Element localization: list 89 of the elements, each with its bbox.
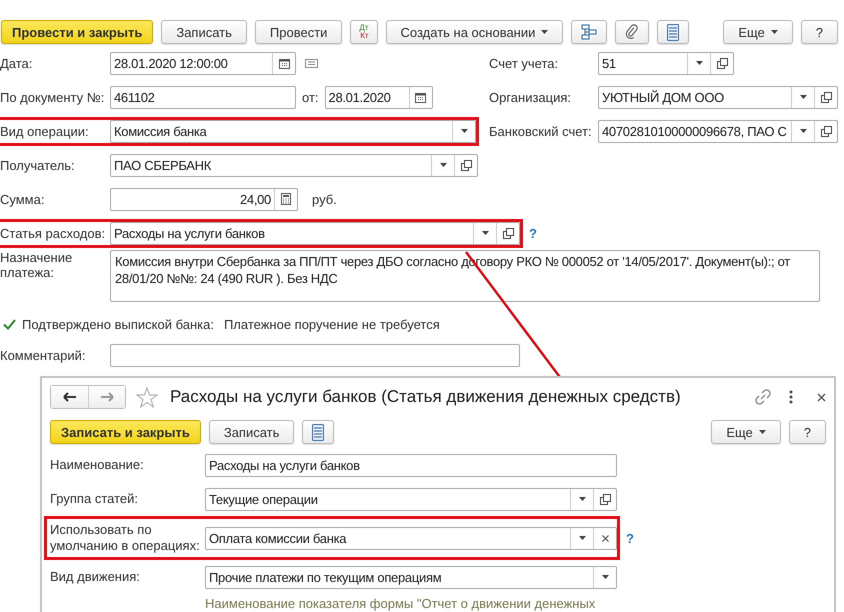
star-icon[interactable] <box>136 386 158 408</box>
toolbar-button[interactable]: ? <box>788 420 826 444</box>
back-arrow-icon <box>62 392 76 402</box>
field-label: Банковский счет: <box>489 124 593 138</box>
open-window-icon <box>600 494 610 504</box>
field-label: Вид операции: <box>0 124 90 138</box>
help-link[interactable]: ? <box>626 530 634 546</box>
input-field[interactable]: 461102 <box>110 86 296 108</box>
link-icon[interactable] <box>755 389 771 405</box>
text-lines-icon <box>305 58 318 68</box>
hint-text: Наименование показателя формы "Отчет о движении денежных <box>205 596 596 611</box>
caret-icon <box>578 497 586 501</box>
select-field[interactable]: Комиссия банка <box>110 120 476 142</box>
checkmark-icon <box>2 318 16 330</box>
date-field[interactable]: 28.01.2020 12:00:00 <box>110 52 296 74</box>
select-field[interactable]: 51 <box>598 52 734 74</box>
forward-arrow-icon <box>100 392 114 402</box>
caret-icon <box>696 61 702 65</box>
field-label: Использовать по умолчанию в операциях: <box>50 522 201 554</box>
structure-icon <box>581 24 598 40</box>
field-label: Вид движения: <box>50 569 141 585</box>
open-window-icon <box>820 92 832 102</box>
currency-label: руб. <box>312 192 337 206</box>
open-window-icon <box>716 58 728 68</box>
toolbar-button[interactable]: Записать <box>161 20 247 44</box>
field-label: Наименование: <box>50 457 145 473</box>
caret-icon <box>578 536 586 540</box>
caret-icon <box>541 30 548 34</box>
select-field[interactable]: ПАО СБЕРБАНК <box>110 154 478 176</box>
select-field[interactable]: Оплата комиссии банка <box>205 526 617 550</box>
caret-icon <box>758 430 766 434</box>
toolbar-icon-button[interactable] <box>657 20 690 44</box>
caret-icon <box>440 163 446 167</box>
field-label: По документу №: <box>0 90 106 104</box>
toolbar-icon-button[interactable] <box>302 420 334 444</box>
menu-button[interactable]: Создать на основании <box>386 20 564 44</box>
field-label: от: <box>302 90 319 104</box>
number-field[interactable]: 24,00 <box>110 188 298 210</box>
primary-button[interactable]: Провести и закрыть <box>1 20 154 44</box>
caret-icon <box>800 95 806 99</box>
comment-field[interactable] <box>110 344 520 366</box>
list-icon <box>667 24 680 40</box>
date-field[interactable]: 28.01.2020 <box>324 86 433 108</box>
open-window-icon <box>502 228 514 238</box>
checkbox[interactable] <box>2 317 16 331</box>
clear-icon <box>602 534 608 542</box>
select-field[interactable]: 40702810100000096678, ПАО С <box>598 120 838 142</box>
field-label: Назначение платежа: <box>0 250 74 280</box>
calendar-icon <box>278 58 290 68</box>
calculator-icon <box>281 193 291 205</box>
paperclip-icon <box>625 24 640 40</box>
help-link[interactable]: ? <box>529 226 537 240</box>
window-title: Расходы на услуги банков (Статья движения денежных средств) <box>170 387 681 407</box>
more-icon[interactable] <box>789 390 793 404</box>
toolbar-icon-button[interactable] <box>571 20 608 44</box>
toolbar-button[interactable]: Записать <box>208 420 294 444</box>
back-button[interactable] <box>51 386 88 408</box>
select-field[interactable]: Расходы на услуги банков <box>110 222 520 244</box>
caret-icon <box>482 231 488 235</box>
toolbar-icon-button[interactable] <box>615 20 650 44</box>
field-label: Организация: <box>489 90 572 104</box>
field-label: Счет учета: <box>489 56 560 70</box>
field-label: Статья расходов: <box>0 226 106 240</box>
menu-button[interactable]: Еще <box>723 20 793 44</box>
field-label: Дата: <box>0 56 34 70</box>
status-text: Платежное поручение не требуется <box>224 316 440 332</box>
select-field[interactable]: Текущие операции <box>205 488 617 510</box>
caret-icon <box>800 129 806 133</box>
close-icon[interactable] <box>817 392 826 402</box>
select-field[interactable]: Прочие платежи по текущим операциям <box>205 566 617 588</box>
caret-icon <box>770 30 778 34</box>
menu-button[interactable]: Еще <box>711 420 781 444</box>
caret-icon <box>602 575 608 579</box>
toolbar-button[interactable]: Провести <box>254 20 342 44</box>
primary-button[interactable]: Записать и закрыть <box>50 420 201 444</box>
calendar-icon <box>415 92 426 102</box>
field-label: Группа статей: <box>50 491 139 507</box>
caret-icon <box>460 129 468 133</box>
field-label: Сумма: <box>0 192 46 206</box>
list-icon <box>312 424 324 440</box>
input-field[interactable]: Расходы на услуги банков <box>205 454 617 476</box>
open-window-icon <box>820 126 832 136</box>
field-label: Комментарий: <box>0 348 86 362</box>
field-label: Подтверждено выпиской банка: <box>22 316 214 332</box>
select-field[interactable]: УЮТНЫЙ ДОМ ООО <box>598 86 838 108</box>
debit-credit-button[interactable]: Дт Кт <box>350 20 378 44</box>
field-label: Получатель: <box>0 158 76 172</box>
toolbar-button[interactable]: ? <box>800 20 838 44</box>
open-window-icon <box>460 160 472 170</box>
